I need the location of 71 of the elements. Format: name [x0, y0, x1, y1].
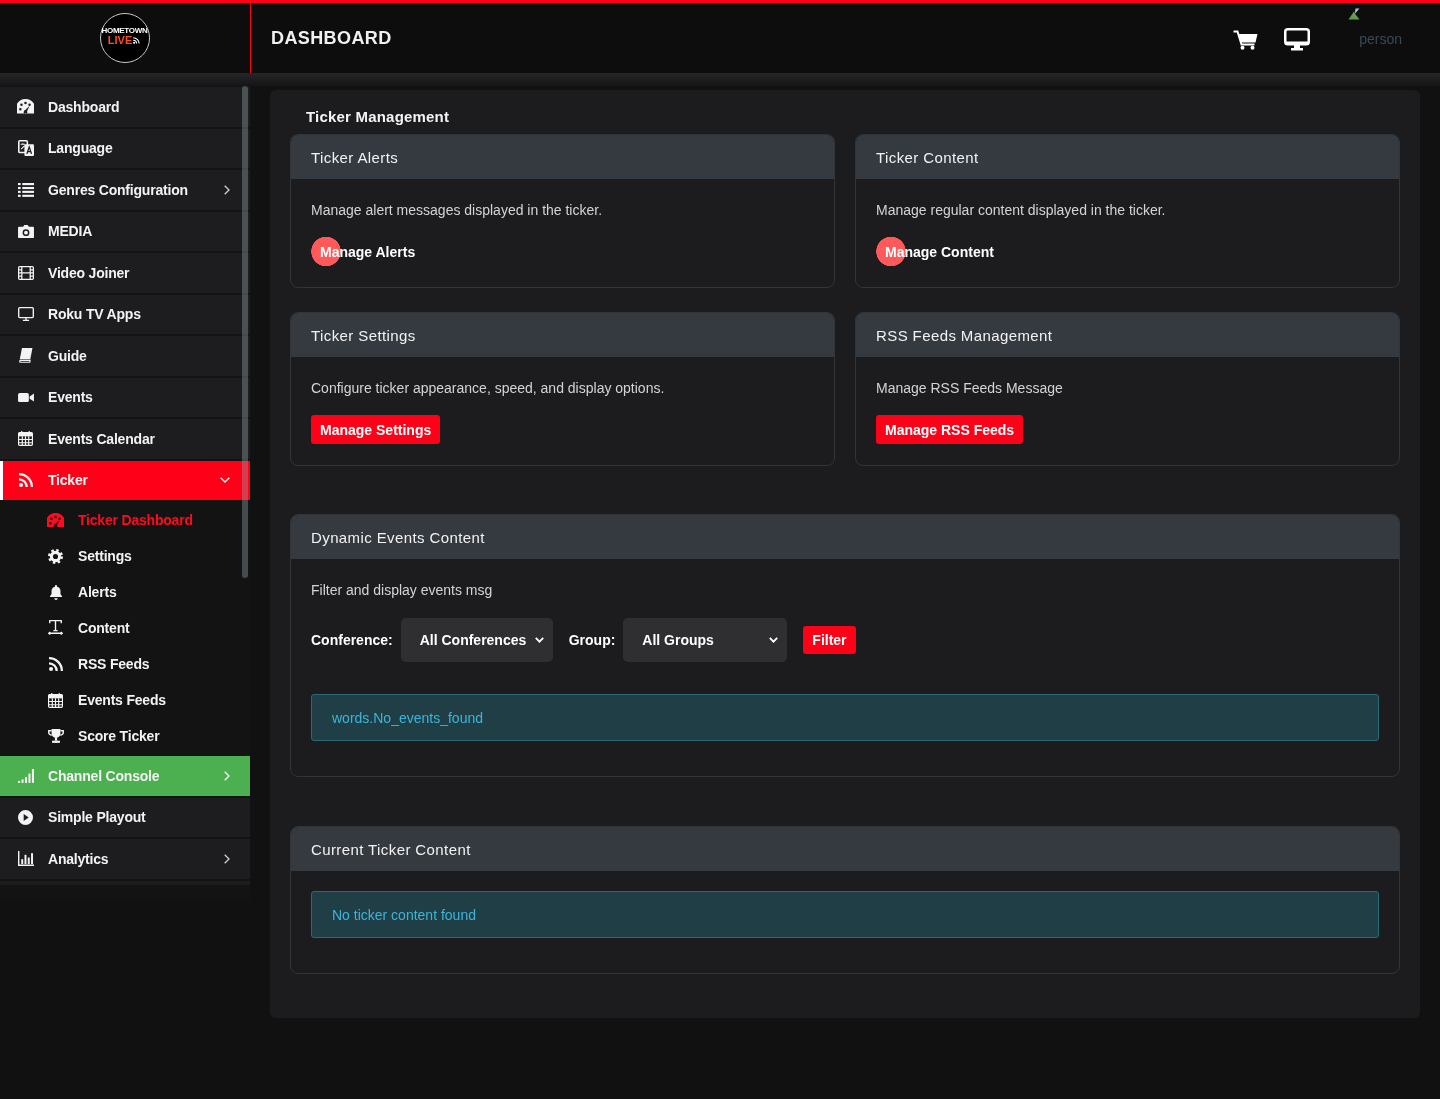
chevron-down-icon: [534, 637, 544, 643]
card-title: Ticker Content: [876, 148, 979, 166]
section-title: Ticker Management: [306, 108, 451, 126]
sidebar-item[interactable]: Video Joiner: [0, 253, 250, 293]
filter-label: Conference:: [311, 632, 393, 648]
bar-chart-icon: [17, 851, 34, 867]
sidebar-item[interactable]: Analytics: [0, 839, 250, 879]
notice-text: words.No_events_found: [332, 709, 483, 726]
sidebar-item[interactable]: MEDIA: [0, 211, 250, 251]
bell-icon: [49, 584, 62, 600]
sidebar-item[interactable]: Events Calendar: [0, 419, 250, 459]
filter-button[interactable]: Filter: [803, 626, 856, 654]
dropdown-field[interactable]: All Conferences: [400, 618, 553, 662]
scrollbar-thumb[interactable]: [242, 86, 248, 578]
card-description: Manage regular content displayed in the ticker.: [876, 201, 1167, 219]
chevron-down-icon: [769, 637, 779, 643]
signal-bars-icon: [17, 768, 34, 783]
monitor-icon: [17, 307, 34, 322]
rss-icon: [48, 657, 63, 671]
card-title: Ticker Settings: [311, 326, 416, 344]
card-description: Manage RSS Feeds Message: [876, 379, 1064, 397]
book-icon: [18, 348, 33, 364]
sidebar-subitem[interactable]: Content: [0, 610, 250, 646]
manage-button[interactable]: Manage RSS Feeds: [876, 415, 1024, 444]
sidebar-subitem[interactable]: Alerts: [0, 574, 250, 610]
card-title: Ticker Alerts: [311, 148, 399, 166]
card-title: RSS Feeds Management: [876, 326, 1053, 344]
text-cursor-icon: [48, 620, 63, 636]
card-description: Filter and display events msg: [311, 581, 494, 599]
film-strip-icon: [17, 265, 34, 280]
logo-wordmark: HOMETOWN: [101, 25, 148, 35]
sidebar-subitem[interactable]: RSS Feeds: [0, 646, 250, 682]
calendar-icon: [48, 692, 63, 708]
manage-button[interactable]: Manage Settings: [311, 415, 441, 444]
sidebar-subitem[interactable]: Settings: [0, 538, 250, 574]
gauge-icon: [17, 99, 34, 115]
broken-image-icon: [1348, 8, 1361, 20]
sidebar-item[interactable]: Language: [0, 128, 250, 168]
sidebar-item[interactable]: Dashboard: [0, 87, 250, 127]
cart-icon[interactable]: [1233, 29, 1259, 50]
notice-text: No ticker content found: [332, 906, 476, 923]
card-description: Configure ticker appearance, speed, and display options.: [311, 379, 666, 397]
card-title: Current Ticker Content: [311, 840, 471, 858]
signal-waves-icon: [133, 36, 142, 44]
list-icon: [17, 182, 34, 197]
play-icon: [18, 809, 33, 825]
monitor-icon[interactable]: [1284, 27, 1311, 51]
calendar-icon: [18, 431, 33, 447]
card-title: Dynamic Events Content: [311, 528, 485, 546]
camera-icon: [17, 224, 34, 238]
sidebar-item[interactable]: Events: [0, 377, 250, 417]
sidebar-subitem[interactable]: Events Feeds: [0, 682, 250, 718]
rss-icon: [18, 473, 33, 488]
page-title: DASHBOARD: [271, 27, 392, 49]
gauge-icon: [47, 512, 64, 528]
sidebar-item[interactable]: Ticker: [0, 460, 250, 500]
sidebar-item[interactable]: Simple Playout: [0, 797, 250, 837]
user-label: person: [1359, 31, 1402, 47]
dropdown-field[interactable]: All Groups: [623, 618, 788, 662]
translate-icon: [17, 140, 34, 157]
sidebar-subitem[interactable]: Score Ticker: [0, 718, 250, 754]
trophy-icon: [47, 729, 64, 743]
sidebar-item[interactable]: Guide: [0, 336, 250, 376]
video-camera-icon: [17, 392, 34, 402]
sidebar-item[interactable]: Genres Configuration: [0, 170, 250, 210]
logo-wordmark: LIVE: [107, 34, 133, 46]
card-description: Manage alert messages displayed in the ticker.: [311, 201, 604, 219]
filter-label: Group:: [568, 632, 616, 648]
settings-icon: [48, 548, 63, 564]
sidebar-subitem[interactable]: Ticker Dashboard: [0, 502, 250, 538]
sidebar-item[interactable]: Roku TV Apps: [0, 294, 250, 334]
